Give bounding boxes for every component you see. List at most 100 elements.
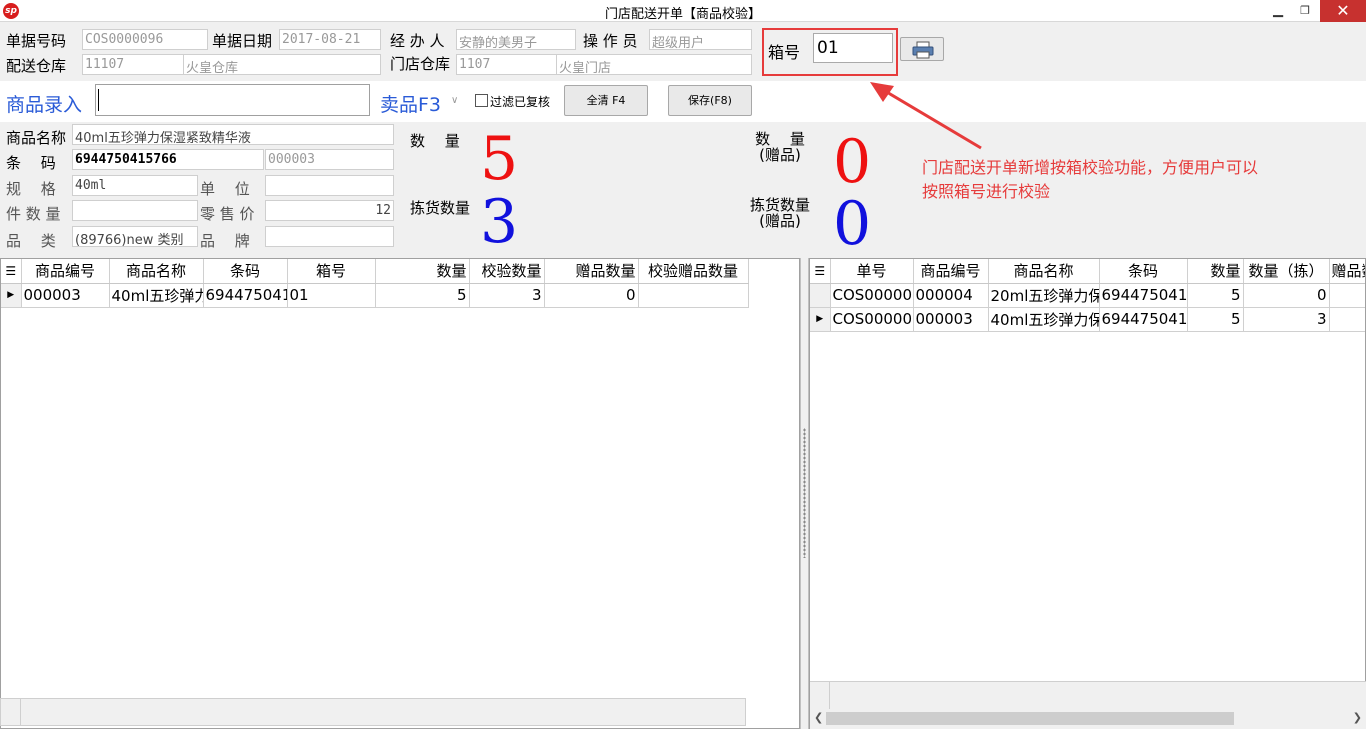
column-header[interactable]: 赠品数 [1329,259,1365,284]
doc-date-field[interactable]: 2017-08-21 [279,29,381,50]
doc-no-field[interactable]: COS0000096 [82,29,208,50]
title-bar: sp 门店配送开单【商品校验】 ▁ ❐ ✕ [0,0,1366,22]
horizontal-scrollbar[interactable]: ❮ ❯ [810,709,1366,729]
column-header[interactable]: 数量（拣） [1243,259,1330,284]
table-row[interactable]: ▶ 000003 40ml五珍弹力保湿紧致精华液 6944750415766 0… [1,283,749,308]
text-caret [98,89,99,111]
table-cell[interactable]: 3 [469,283,545,308]
table-cell[interactable] [1329,307,1365,332]
table-cell[interactable]: 6944750415766 [203,283,288,308]
footer-indicator-cell [1,699,21,725]
operator-field[interactable]: 超级用户 [649,29,752,50]
column-header[interactable]: 数量 [1187,259,1244,284]
column-header[interactable]: 条码 [203,259,288,284]
column-header[interactable]: 条码 [1099,259,1188,284]
column-header[interactable]: 单号 [830,259,914,284]
retail-price-field[interactable]: 12 [265,200,394,221]
close-icon[interactable]: ✕ [1320,0,1366,22]
unit-field[interactable] [265,175,394,196]
category-field[interactable]: (89766)new 类别 [72,226,198,247]
column-header[interactable]: 箱号 [287,259,376,284]
picked-quantity-value: 3 [480,187,519,257]
column-header[interactable]: 赠品数量 [544,259,639,284]
row-pointer-icon: ▶ [1,283,22,308]
clear-all-button[interactable]: 全清 F4 [564,85,648,116]
filter-reviewed-label[interactable]: 过滤已复核 [490,93,550,110]
pieces-field[interactable] [72,200,198,221]
order-lines-table: ☰ 单号 商品编号 商品名称 条码 数量 数量（拣） 赠品数 COS000009… [810,259,1365,332]
table-cell[interactable]: 000003 [913,307,989,332]
handler-label: 经 办 人 [390,32,445,50]
table-cell[interactable]: 40ml五珍弹力保湿紧致精华液 [109,283,204,308]
brand-label: 品 牌 [200,232,250,250]
print-button[interactable] [900,37,944,61]
table-cell[interactable] [638,283,749,308]
product-code-field[interactable]: 000003 [265,149,394,170]
table-cell[interactable]: 40ml五珍弹力保湿紧致精华液 [988,307,1100,332]
box-check-grid[interactable]: ☰ 商品编号 商品名称 条码 箱号 数量 校验数量 赠品数量 校验赠品数量 ▶ … [0,258,800,729]
table-cell[interactable]: 000004 [913,283,989,308]
column-header[interactable]: 商品编号 [913,259,989,284]
table-cell[interactable]: 6944750415766 [1099,307,1188,332]
footer-indicator-cell [810,682,830,709]
goods-mode-select[interactable]: 卖品F3 [380,90,441,117]
column-header[interactable]: 商品名称 [988,259,1100,284]
table-cell[interactable]: COS0000096 [830,283,914,308]
table-cell[interactable]: 3 [1243,307,1330,332]
chevron-down-icon[interactable]: ∨ [451,95,458,106]
doc-date-label: 单据日期 [212,32,273,50]
product-name-field[interactable]: 40ml五珍弹力保湿紧致精华液 [72,124,394,145]
store-warehouse-name-field[interactable]: 火皇门店 [556,54,752,75]
scroll-right-icon[interactable]: ❯ [1353,711,1362,724]
gift-picked-value: 0 [833,189,872,259]
doc-no-label: 单据号码 [6,32,67,50]
gift-picked-label: 拣货数量 (赠品) [745,197,815,229]
barcode-field[interactable]: 6944750415766 [72,149,264,170]
order-lines-grid[interactable]: ☰ 单号 商品编号 商品名称 条码 数量 数量（拣） 赠品数 COS000009… [809,258,1366,729]
quantity-label: 数 量 [410,132,460,150]
table-cell[interactable]: 000003 [21,283,110,308]
right-grid-footer [810,681,1366,709]
grid-menu-icon[interactable]: ☰ [810,259,831,284]
handler-field[interactable]: 安静的美男子 [456,29,576,50]
left-grid-footer [0,698,746,726]
table-cell[interactable]: 01 [287,283,376,308]
brand-field[interactable] [265,226,394,247]
store-warehouse-code-field[interactable]: 1107 [456,54,558,75]
table-row[interactable]: COS0000096 000004 20ml五珍弹力保湿紧致精华液 694475… [810,283,1365,308]
table-cell[interactable]: 5 [375,283,470,308]
table-cell[interactable]: 5 [1187,283,1244,308]
scroll-left-icon[interactable]: ❮ [814,711,823,724]
table-cell[interactable]: 5 [1187,307,1244,332]
table-cell[interactable]: 20ml五珍弹力保湿紧致精华液 [988,283,1100,308]
pieces-label: 件 数 量 [6,205,61,223]
table-cell[interactable] [1329,283,1365,308]
ship-warehouse-code-field[interactable]: 11107 [82,54,184,75]
grid-menu-icon[interactable]: ☰ [1,259,22,284]
splitter-grip-icon [803,428,806,558]
quantity-value: 5 [480,124,519,194]
annotation-note: 门店配送开单新增按箱校验功能，方便用户可以 按照箱号进行校验 [922,156,1342,204]
panel-splitter[interactable] [800,258,809,729]
filter-reviewed-checkbox[interactable] [475,94,488,107]
scrollbar-thumb[interactable] [826,712,1234,725]
spec-field[interactable]: 40ml [72,175,198,196]
table-cell[interactable]: COS0000096 [830,307,914,332]
table-cell[interactable]: 0 [1243,283,1330,308]
column-header[interactable]: 校验数量 [469,259,545,284]
product-name-label: 商品名称 [6,129,67,147]
goods-entry-input[interactable] [95,84,370,116]
table-cell[interactable]: 6944750415773 [1099,283,1188,308]
column-header[interactable]: 商品编号 [21,259,110,284]
restore-icon[interactable]: ❐ [1290,0,1320,22]
column-header[interactable]: 商品名称 [109,259,204,284]
table-cell[interactable]: 0 [544,283,639,308]
box-number-input[interactable]: 01 [813,33,893,63]
table-row[interactable]: ▶ COS0000096 000003 40ml五珍弹力保湿紧致精华液 6944… [810,307,1365,332]
column-header[interactable]: 数量 [375,259,470,284]
unit-label: 单 位 [200,180,250,198]
save-button[interactable]: 保存(F8) [668,85,752,116]
column-header[interactable]: 校验赠品数量 [638,259,749,284]
minimize-icon[interactable]: ▁ [1263,0,1293,22]
ship-warehouse-name-field[interactable]: 火皇仓库 [183,54,381,75]
